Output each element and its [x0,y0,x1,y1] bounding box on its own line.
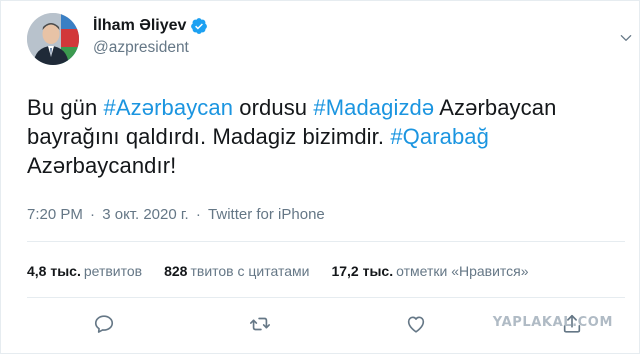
retweets-count: 4,8 тыс. [27,263,81,279]
avatar[interactable] [27,13,79,65]
retweet-button[interactable] [245,309,275,339]
tweet-header: İlham Əliyev @azpresident [27,13,208,65]
tweet-meta: 7:20 PM · 3 окт. 2020 г. · Twitter for i… [27,206,328,223]
hashtag-link[interactable]: #Madagizdə [313,95,434,120]
reply-icon [94,315,114,333]
retweets-stat[interactable]: 4,8 тыс. ретвитов [27,263,142,279]
likes-label: отметки «Нравится» [396,263,529,279]
likes-count: 17,2 тыс. [331,263,394,279]
tweet-source[interactable]: Twitter for iPhone [208,206,325,223]
retweet-icon [250,317,270,331]
divider [27,241,625,242]
tweet-text-segment: ordusu [233,95,314,120]
chevron-down-icon[interactable] [619,31,633,45]
tweet-text-segment: Bu gün [27,95,104,120]
like-icon [407,316,425,333]
author-names: İlham Əliyev @azpresident [93,17,208,57]
watermark: YAPLAKAL.COM [492,315,613,330]
display-name-row: İlham Əliyev [93,17,208,35]
tweet-stats: 4,8 тыс. ретвитов 828 твитов с цитатами 17… [27,263,551,279]
tweet-card: İlham Əliyev @azpresident Bu gün #Azərba… [0,0,640,354]
hashtag-link[interactable]: #Azərbaycan [104,95,234,120]
tweet-text: Bu gün #Azərbaycan ordusu #Madagizdə Azə… [27,93,627,180]
retweets-label: ретвитов [83,263,143,279]
verified-badge-icon [190,17,208,35]
author-handle[interactable]: @azpresident [93,39,208,57]
quotes-count: 828 [164,263,188,279]
tweet-time[interactable]: 7:20 PM [27,206,83,223]
meta-separator: · [90,206,96,223]
likes-stat[interactable]: 17,2 тыс. отметки «Нравится» [331,263,528,279]
tweet-text-segment: Azərbaycandır! [27,153,177,178]
meta-separator: · [195,206,201,223]
tweet-date[interactable]: 3 окт. 2020 г. [102,206,188,223]
quotes-stat[interactable]: 828 твитов с цитатами [164,263,309,279]
divider [27,297,625,298]
avatar-image [27,13,79,65]
quotes-label: твитов с цитатами [190,263,310,279]
hashtag-link[interactable]: #Qarabağ [390,124,489,149]
reply-button[interactable] [89,309,119,339]
like-button[interactable] [401,309,431,339]
display-name[interactable]: İlham Əliyev [93,17,186,35]
